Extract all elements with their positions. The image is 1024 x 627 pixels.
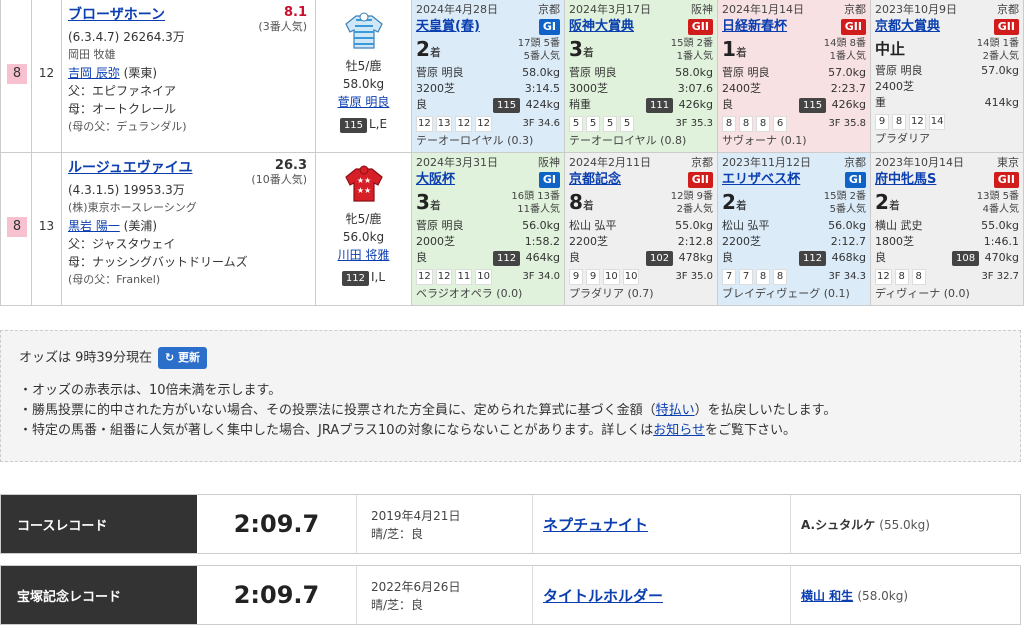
odds-info-box: オッズは 9時39分現在 ↻ 更新 ・オッズの赤表示は、10倍未満を示します。 ・…	[0, 330, 1021, 462]
odds: 8.1 (3番人気)	[258, 5, 307, 34]
jockey-link[interactable]: 川田 将雅	[338, 248, 390, 262]
past-race: 2024年4月28日 京都 天皇賞(春) GI 2着 17頭 5番 5番人気 菅原 明良…	[412, 0, 565, 152]
record-horse-link[interactable]: タイトルホルダー	[543, 585, 663, 606]
owner: (株)東京ホースレーシング	[68, 201, 197, 214]
past-race: 2023年11月12日 京都 エリザベス杯 GI 2着 15頭 2番 5番人気 松山 弘…	[718, 153, 871, 305]
race-link[interactable]: 府中牝馬S	[875, 172, 936, 188]
horse-name-link[interactable]: ルージュエヴァイユ	[68, 160, 192, 176]
race-link[interactable]: 阪神大賞典	[569, 19, 634, 35]
jockey-silk-icon	[344, 12, 383, 49]
damsire: (母の父：Frankel)	[68, 273, 161, 286]
notice-link[interactable]: お知らせ	[653, 423, 705, 438]
waku-badge: 8	[7, 64, 27, 84]
odds-time: オッズは 9時39分現在	[19, 350, 152, 366]
past-race: 2024年3月31日 阪神 大阪杯 GI 3着 16頭 13番 11番人気 菅原 明良 5…	[412, 153, 565, 305]
record-time: 2:09.7	[197, 495, 357, 553]
horse-info: ルージュエヴァイユ 26.3 (10番人気) (4.3.1.5) 19953.3万…	[62, 153, 316, 305]
race-link[interactable]: 京都記念	[569, 172, 621, 188]
sire: 父：エピファネイア	[68, 84, 177, 98]
past-race: 2024年3月17日 阪神 阪神大賞典 GII 3着 15頭 2番 1番人気 菅原 明良…	[565, 0, 718, 152]
jockey-link[interactable]: 菅原 明良	[338, 95, 390, 109]
note: ・勝馬投票に的中された方がいない場合、その投票法に投票された方全員に、定められた…	[19, 403, 837, 418]
svg-text:★★: ★★	[356, 176, 370, 185]
record-row: 宝塚記念レコード 2:09.7 2022年6月26日 晴/芝：良 タイトルホルダー…	[0, 565, 1021, 625]
record-horse-link[interactable]: ネプチュナイト	[543, 514, 648, 535]
past-race: 2023年10月9日 京都 京都大賞典 GII 中止 14頭 1番 2番人気 菅原 明良…	[871, 0, 1024, 152]
sire: 父：ジャスタウェイ	[68, 237, 176, 251]
race-link[interactable]: エリザベス杯	[722, 172, 800, 188]
update-button[interactable]: ↻ 更新	[157, 347, 207, 369]
note: ・特定の馬番・組番に人気が著しく集中した場合、JRAプラス10の対象にならないこ…	[19, 423, 796, 438]
odds: 26.3 (10番人気)	[251, 158, 307, 187]
record-time: 2:09.7	[197, 566, 357, 624]
horse-row: 8 12 ブローザホーン 8.1 (3番人気) (6.3.4.7) 26264.3…	[0, 0, 1024, 153]
tokubarai-link[interactable]: 特払い	[656, 403, 695, 418]
jockey-silk-icon: ★★ ★★	[344, 165, 383, 202]
record-row: コースレコード 2:09.7 2019年4月21日 晴/芝：良 ネプチュナイト A…	[0, 494, 1021, 554]
damsire: (母の父：デュランダル)	[68, 120, 187, 133]
trainer-link[interactable]: 黒岩 陽一	[68, 219, 120, 233]
svg-text:★★: ★★	[356, 186, 370, 195]
dam: 母：オートクレール	[68, 102, 177, 116]
dam: 母：ナッシングバットドリームズ	[68, 255, 248, 269]
past-race: 2024年2月11日 京都 京都記念 GII 8着 12頭 9番 2番人気 松山 弘平 5…	[565, 153, 718, 305]
waku-badge: 8	[7, 217, 27, 237]
race-link[interactable]: 京都大賞典	[875, 19, 940, 35]
race-link[interactable]: 大阪杯	[416, 172, 455, 188]
horse-number: 13	[32, 153, 62, 305]
past-race: 2024年1月14日 京都 日経新春杯 GII 1着 14頭 8番 1番人気 菅原 明良…	[718, 0, 871, 152]
horse-number: 12	[32, 0, 62, 152]
refresh-icon: ↻	[164, 351, 178, 364]
horse-name-link[interactable]: ブローザホーン	[68, 7, 165, 23]
horse-info: ブローザホーン 8.1 (3番人気) (6.3.4.7) 26264.3万 岡田 …	[62, 0, 316, 152]
owner: 岡田 牧雄	[68, 48, 116, 61]
race-link[interactable]: 天皇賞(春)	[416, 19, 480, 35]
record-jockey: A.シュタルケ	[801, 517, 876, 532]
record-label: コースレコード	[1, 495, 197, 553]
race-link[interactable]: 日経新春杯	[722, 19, 787, 35]
note: ・オッズの赤表示は、10倍未満を示します。	[19, 383, 282, 398]
past-race: 2023年10月14日 東京 府中牝馬S GII 2着 13頭 5番 4番人気 横山 武…	[871, 153, 1024, 305]
trainer-link[interactable]: 吉岡 辰弥	[68, 66, 120, 80]
record-label: 宝塚記念レコード	[1, 566, 197, 624]
horse-row: 8 13 ルージュエヴァイユ 26.3 (10番人気) (4.3.1.5) 199…	[0, 153, 1024, 306]
record-jockey-link[interactable]: 横山 和生	[801, 589, 853, 603]
